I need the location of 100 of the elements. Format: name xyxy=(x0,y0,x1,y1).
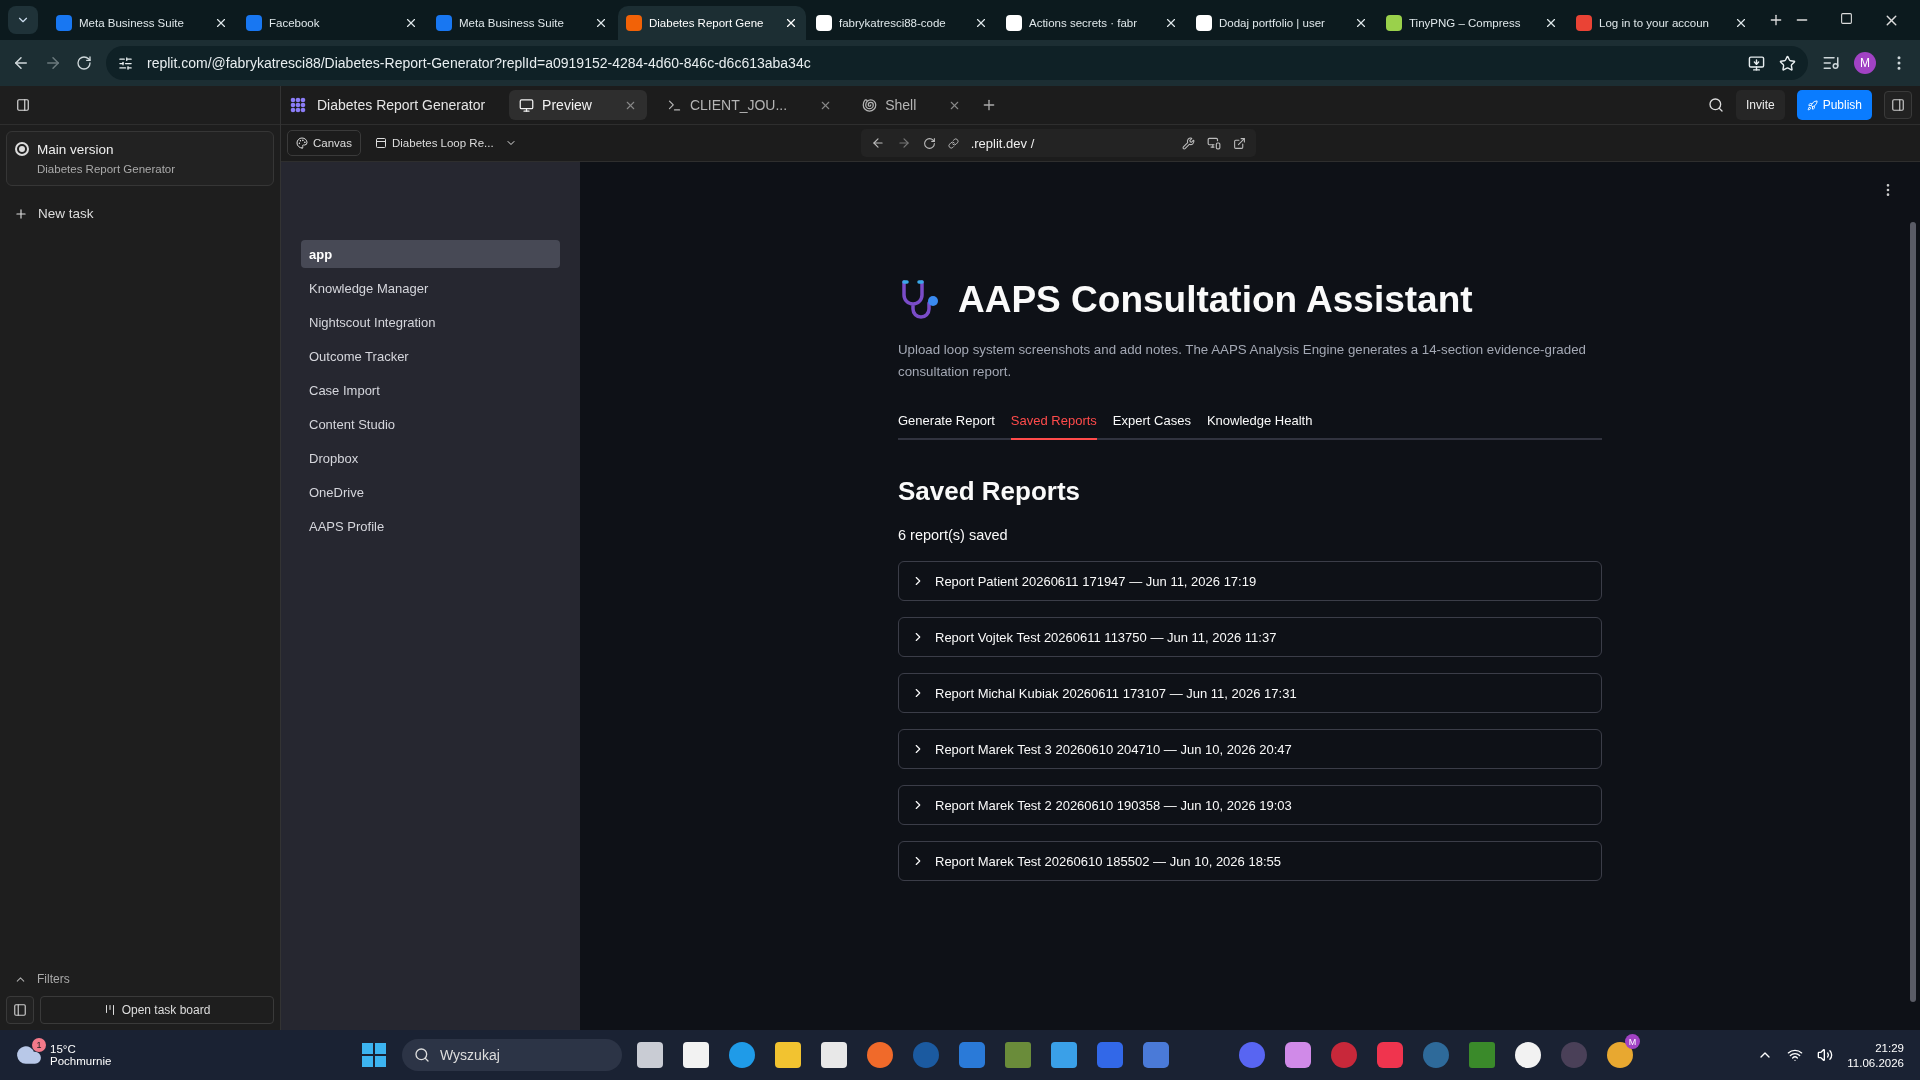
external-link-icon[interactable] xyxy=(1232,136,1246,150)
monitor-icon xyxy=(519,97,535,113)
close-icon[interactable] xyxy=(1164,16,1178,30)
report-expander[interactable]: Report Vojtek Test 20260611 113750 — Jun 11, 2026 11:37 xyxy=(898,617,1602,657)
window-icon xyxy=(375,137,387,149)
link-icon xyxy=(947,137,959,149)
canvas-button[interactable]: Canvas xyxy=(287,130,361,156)
windows-logo-icon[interactable] xyxy=(362,1043,386,1067)
temperature: 15°C xyxy=(50,1043,77,1055)
browser-tab[interactable]: Meta Business Suite xyxy=(48,6,236,40)
volume-icon[interactable] xyxy=(1817,1047,1834,1063)
terminal-icon xyxy=(666,97,682,113)
workflow-dropdown[interactable]: Diabetes Loop Re... xyxy=(369,130,523,156)
devices-icon[interactable] xyxy=(1206,136,1221,150)
workspace-tab[interactable]: Preview xyxy=(509,90,647,120)
app-tab[interactable]: Expert Cases xyxy=(1112,409,1191,440)
install-icon[interactable] xyxy=(1748,54,1765,72)
browser-tab[interactable]: TinyPNG – Compress xyxy=(1378,6,1566,40)
close-icon[interactable] xyxy=(1354,16,1368,30)
app-tab[interactable]: Generate Report xyxy=(898,409,995,440)
site-settings-icon[interactable] xyxy=(118,55,133,71)
workspace-tab[interactable]: Shell xyxy=(852,90,972,120)
browser-tab[interactable]: Dodaj portfolio | user xyxy=(1188,6,1376,40)
close-icon[interactable] xyxy=(594,16,608,30)
sidebar-item[interactable]: AAPS Profile xyxy=(301,512,560,540)
report-expander[interactable]: Report Marek Test 2 20260610 190358 — Jun 10, 2026 19:03 xyxy=(898,785,1602,825)
close-icon[interactable] xyxy=(404,16,418,30)
bookmark-star-icon[interactable] xyxy=(1779,54,1796,72)
version-subtitle: Diabetes Report Generator xyxy=(37,163,177,175)
reload-icon[interactable] xyxy=(76,55,92,71)
panel-toggle-button[interactable] xyxy=(1884,91,1912,119)
close-icon[interactable] xyxy=(1734,16,1748,30)
back-icon[interactable] xyxy=(12,54,30,72)
media-icon[interactable] xyxy=(1822,54,1840,72)
version-card[interactable]: Main version Diabetes Report Generator xyxy=(6,131,274,186)
clock-time[interactable]: 21:29 xyxy=(1875,1041,1904,1054)
workspace-tab[interactable]: CLIENT_JOU... xyxy=(656,90,843,120)
close-icon[interactable] xyxy=(784,16,798,30)
profile-badge: M xyxy=(1625,1034,1640,1049)
wifi-icon[interactable] xyxy=(1787,1047,1804,1063)
app-icon[interactable] xyxy=(1285,1042,1311,1068)
publish-button[interactable]: Publish xyxy=(1796,90,1872,120)
project-logo-icon xyxy=(289,96,307,114)
palette-icon xyxy=(296,137,308,149)
profile-avatar[interactable]: M xyxy=(1854,52,1876,74)
scrollbar[interactable] xyxy=(1910,222,1916,1002)
weather-condition: Pochmurnie xyxy=(50,1055,112,1067)
filters-toggle[interactable]: Filters xyxy=(0,962,280,996)
close-icon[interactable] xyxy=(974,16,988,30)
sidebar-item[interactable]: Outcome Tracker xyxy=(301,342,560,370)
report-expander[interactable]: Report Marek Test 20260610 185502 — Jun 10, 2026 18:55 xyxy=(898,841,1602,881)
report-expander[interactable]: Report Michal Kubiak 20260611 173107 — Jun 11, 2026 17:31 xyxy=(898,673,1602,713)
browser-tab[interactable]: Meta Business Suite xyxy=(428,6,616,40)
sidebar-item[interactable]: Knowledge Manager xyxy=(301,274,560,302)
sidebar-item[interactable]: Dropbox xyxy=(301,444,560,472)
radio-icon xyxy=(15,142,29,156)
address-bar[interactable]: replit.com/@fabrykatresci88/Diabetes-Report-Generator?replId=a0919152-4284-4d60-846c-d6c613aba34c xyxy=(106,46,1808,80)
sidebar-item[interactable]: Content Studio xyxy=(301,410,560,438)
taskbar-search-field[interactable]: Wyszukaj xyxy=(402,1039,622,1071)
sidebar-item[interactable]: OneDrive xyxy=(301,478,560,506)
favicon-icon xyxy=(1196,15,1212,31)
favicon-icon xyxy=(1576,15,1592,31)
sidebar-toggle-button[interactable] xyxy=(6,996,34,1024)
notification-badge: 1 xyxy=(32,1038,46,1052)
favicon-icon xyxy=(1386,15,1402,31)
panel-icon xyxy=(1891,98,1905,112)
close-icon[interactable] xyxy=(214,16,228,30)
search-icon[interactable] xyxy=(1707,97,1724,113)
report-expander[interactable]: Report Marek Test 3 20260610 204710 — Jun 10, 2026 20:47 xyxy=(898,729,1602,769)
close-icon[interactable] xyxy=(1544,16,1558,30)
clock-date[interactable]: 11.06.2026 xyxy=(1847,1056,1904,1069)
app-tab[interactable]: Saved Reports xyxy=(1010,409,1097,440)
report-expander[interactable]: Report Patient 20260611 171947 — Jun 11, 2026 17:19 xyxy=(898,561,1602,601)
plus-icon xyxy=(14,206,28,221)
app-icon[interactable] xyxy=(1515,1042,1541,1068)
sidebar-item[interactable]: Nightscout Integration xyxy=(301,308,560,336)
new-tab-icon[interactable] xyxy=(1768,12,1784,28)
invite-button[interactable]: Invite xyxy=(1735,90,1785,120)
sidebar-item[interactable]: app xyxy=(301,240,560,268)
reload-icon[interactable] xyxy=(922,136,936,150)
favicon-icon xyxy=(1006,15,1022,31)
board-icon xyxy=(103,1004,116,1016)
browser-tab[interactable]: Log in to your accoun xyxy=(1568,6,1756,40)
forward-icon[interactable] xyxy=(44,54,62,72)
open-task-board-button[interactable]: Open task board xyxy=(40,996,274,1024)
app-tab[interactable]: Knowledge Health xyxy=(1206,409,1313,440)
wrench-icon[interactable] xyxy=(1181,136,1195,150)
back-icon[interactable] xyxy=(870,136,885,150)
browser-tab[interactable]: fabrykatresci88-code xyxy=(808,6,996,40)
browser-tab[interactable]: Diabetes Report Gene xyxy=(618,6,806,40)
favicon-icon xyxy=(626,15,642,31)
shell-icon xyxy=(862,97,878,113)
version-title: Main version xyxy=(37,142,115,157)
browser-tab[interactable]: Facebook xyxy=(238,6,426,40)
forward-icon[interactable] xyxy=(896,136,911,150)
maximize-icon[interactable] xyxy=(1840,11,1853,25)
sidebar-item[interactable]: Case Import xyxy=(301,376,560,404)
new-task-button[interactable]: New task xyxy=(8,198,272,229)
browser-tab[interactable]: Actions secrets · fabr xyxy=(998,6,1186,40)
section-heading: Saved Reports xyxy=(898,476,1082,507)
